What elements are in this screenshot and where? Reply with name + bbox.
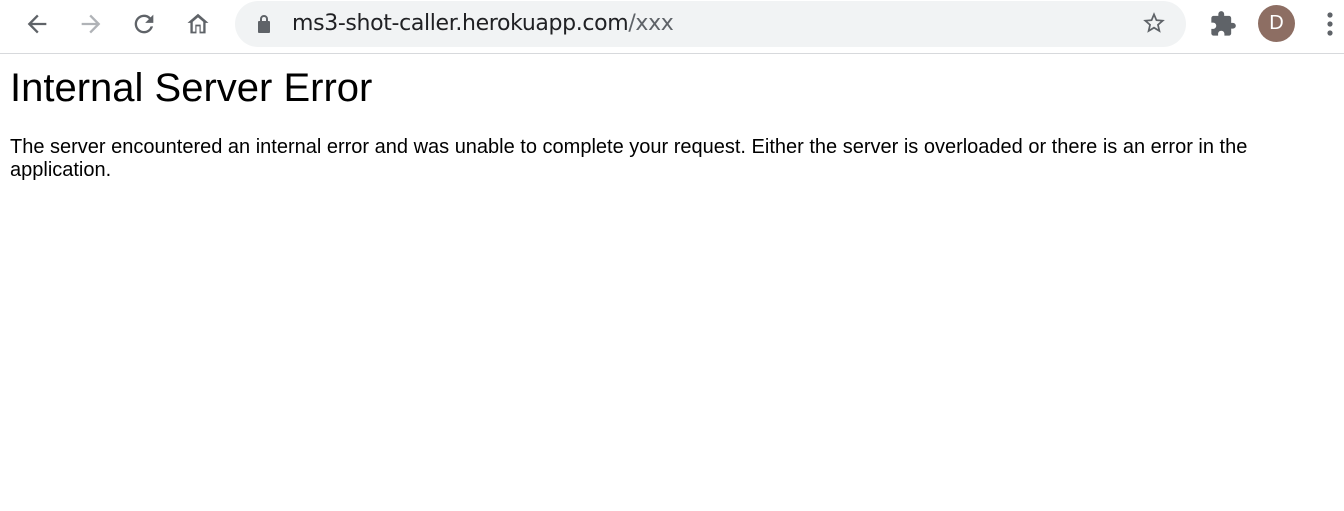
url-host: ms3-shot-caller.herokuapp.com	[292, 11, 629, 36]
url-path: /xxx	[628, 11, 674, 36]
error-heading: Internal Server Error	[10, 66, 373, 110]
reload-button[interactable]	[128, 8, 160, 40]
page-content: Internal Server Error The server encount…	[10, 64, 1330, 182]
star-icon	[1141, 10, 1167, 41]
puzzle-icon	[1209, 10, 1237, 38]
forward-arrow-icon	[77, 10, 105, 38]
reload-icon	[130, 10, 158, 38]
back-button[interactable]	[21, 8, 53, 40]
browser-toolbar: ms3-shot-caller.herokuapp.com/xxx D	[0, 0, 1344, 54]
profile-avatar[interactable]: D	[1258, 5, 1295, 42]
address-bar[interactable]: ms3-shot-caller.herokuapp.com/xxx	[235, 1, 1186, 47]
extensions-button[interactable]	[1207, 8, 1239, 40]
forward-button[interactable]	[75, 8, 107, 40]
bookmark-button[interactable]	[1140, 11, 1168, 39]
back-arrow-icon	[23, 10, 51, 38]
home-button[interactable]	[182, 8, 214, 40]
error-message: The server encountered an internal error…	[10, 136, 1248, 181]
home-icon	[184, 10, 212, 38]
url-text[interactable]: ms3-shot-caller.herokuapp.com/xxx	[292, 11, 674, 37]
browser-menu-button[interactable]	[1314, 8, 1344, 40]
kebab-menu-icon	[1326, 11, 1334, 37]
lock-icon[interactable]	[256, 14, 272, 39]
